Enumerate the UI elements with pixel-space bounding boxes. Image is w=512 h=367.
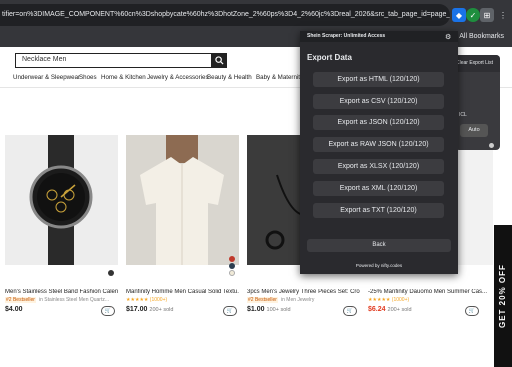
export-raw-json-button[interactable]: Export as RAW JSON (120/120) (313, 137, 444, 152)
add-to-cart-button[interactable]: 🛒 (343, 306, 357, 316)
search-value: Necklace Men (22, 56, 67, 63)
rating: ★★★★★ (1000+) (368, 297, 410, 303)
product-price: $17.00 200+ sold (126, 306, 174, 313)
gear-icon[interactable]: ⚙ (445, 33, 451, 41)
color-swatch[interactable] (229, 270, 235, 276)
clear-export-list-button[interactable]: Clear Export List (456, 60, 493, 66)
add-to-cart-button[interactable]: 🛒 (223, 306, 237, 316)
nav-item-home-kitchen[interactable]: Home & Kitchen (101, 74, 146, 81)
product-price: $4.00 (5, 306, 23, 313)
close-icon[interactable]: ✕ (498, 181, 508, 191)
nav-item-jewelry[interactable]: Jewelry & Accessories (147, 74, 209, 81)
color-swatch[interactable] (108, 270, 114, 276)
color-swatch[interactable] (229, 263, 235, 269)
color-swatch[interactable] (229, 256, 235, 262)
search-button[interactable] (211, 53, 227, 68)
bestseller-badge: #2 Bestseller (247, 297, 278, 303)
product-image-watch[interactable] (5, 135, 118, 265)
promo-tab[interactable]: GET 20% OFF (494, 225, 512, 367)
export-txt-button[interactable]: Export as TXT (120/120) (313, 203, 444, 218)
scraper-side-panel: Clear Export List ICL Auto (455, 55, 500, 150)
nav-item-underwear[interactable]: Underwear & Sleepwear (13, 74, 80, 81)
nav-item-beauty[interactable]: Beauty & Health (207, 74, 252, 81)
add-to-cart-button[interactable]: 🛒 (101, 306, 115, 316)
export-popup: Shein Scraper: Unlimited Access ⚙ Export… (300, 31, 458, 274)
auto-button[interactable]: Auto (460, 124, 488, 137)
search-icon (214, 56, 224, 65)
export-xml-button[interactable]: Export as XML (120/120) (313, 181, 444, 196)
bestseller-category: in Men Jewelry (281, 297, 315, 303)
product-image-shirt[interactable] (126, 135, 239, 265)
add-to-cart-button[interactable]: 🛒 (465, 306, 479, 316)
bestseller-category: in Stainless Steel Men Quartz... (39, 297, 110, 303)
all-bookmarks-link[interactable]: All Bookmarks (459, 33, 504, 40)
extension-icon-blue[interactable]: ◆ (452, 8, 466, 22)
toggle-dot[interactable] (489, 143, 494, 148)
side-panel-text: ICL (459, 112, 467, 118)
product-price: $6.24 200+ sold (368, 306, 412, 313)
export-xlsx-button[interactable]: Export as XLSX (120/120) (313, 159, 444, 174)
product-title[interactable]: Men's Stainless Steel Band Fashion Calen… (5, 289, 118, 295)
nav-item-shoes[interactable]: Shoes (79, 74, 97, 81)
export-json-button[interactable]: Export as JSON (120/120) (313, 115, 444, 130)
search-input[interactable]: Necklace Men (15, 53, 227, 68)
nav-item-baby[interactable]: Baby & Maternity (256, 74, 303, 81)
product-title[interactable]: -25% Manfinity Dauomo Men Summer Cas... (368, 289, 488, 295)
puzzle-extensions-icon[interactable]: ⊞ (480, 8, 494, 22)
product-title[interactable]: 3pcs Men's Jewelry Three Pieces Set: Cro… (247, 289, 360, 295)
back-button[interactable]: Back (307, 239, 451, 252)
bestseller-badge: #2 Bestseller (5, 297, 36, 303)
export-html-button[interactable]: Export as HTML (120/120) (313, 72, 444, 87)
popup-header: Shein Scraper: Unlimited Access (300, 31, 458, 42)
product-price: $1.00 100+ sold (247, 306, 291, 313)
product-title[interactable]: Manfinity Homme Men Casual Solid Textu..… (126, 289, 239, 295)
popup-title: Export Data (307, 53, 352, 62)
extension-check-icon[interactable]: ✓ (466, 8, 480, 22)
export-csv-button[interactable]: Export as CSV (120/120) (313, 94, 444, 109)
menu-icon[interactable]: ⋮ (496, 8, 510, 22)
rating: ★★★★★ (1000+) (126, 297, 168, 303)
address-bar[interactable]: tifier=on%3DIMAGE_COMPONENT%60cn%3Dshopb… (0, 4, 450, 26)
popup-footer: Powered by nifty.codes (355, 263, 403, 268)
